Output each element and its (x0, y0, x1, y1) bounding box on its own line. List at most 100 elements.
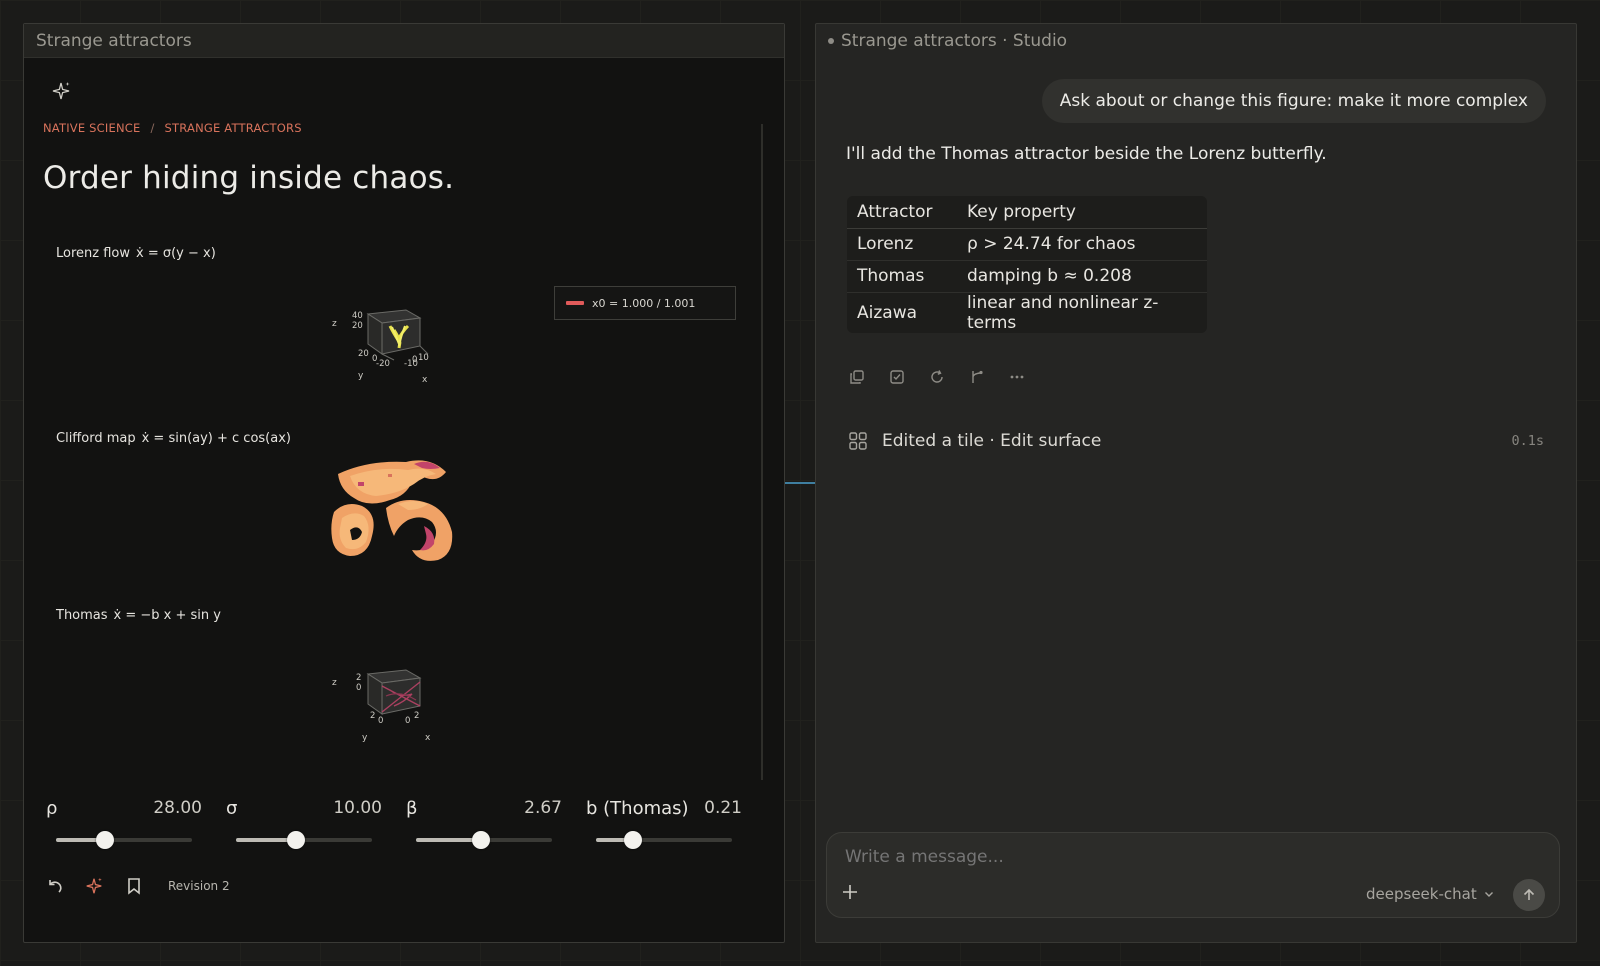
table-header-attractor: Attractor (847, 196, 957, 229)
thomas-tile-caption: Thomas ẋ = −b x + sin y (56, 608, 221, 623)
sparkle-icon[interactable] (84, 876, 104, 896)
beta-slider-thumb[interactable] (472, 831, 491, 849)
page-title: Order hiding inside chaos. (43, 160, 455, 196)
clifford-tile-name: Clifford map (56, 431, 136, 446)
breadcrumb-separator: / (150, 121, 155, 135)
undo-icon[interactable] (44, 876, 64, 896)
breadcrumb-item-strange-attractors[interactable]: STRANGE ATTRACTORS (165, 121, 302, 135)
table-cell: Lorenz (847, 228, 957, 261)
studio-window-title: Strange attractors · Studio (828, 31, 1067, 51)
thomas-b-control: b (Thomas) 0.21 (584, 794, 744, 854)
lorenz-3d-plot[interactable]: 40 20 z 20 0 -20 -10 0 10 y x (320, 296, 440, 388)
revision-label: Revision 2 (168, 879, 230, 893)
rho-value: 28.00 (153, 798, 202, 818)
parameter-controls: ρ 28.00 σ 10.00 β 2.67 b (Thomas) 0.21 (44, 794, 760, 854)
bookmark-icon[interactable] (124, 876, 144, 896)
chevron-down-icon (1484, 892, 1493, 897)
plus-icon[interactable] (841, 883, 859, 901)
lorenz-y-tick-20: 20 (358, 349, 369, 359)
thomas-b-label: b (Thomas) (586, 798, 689, 819)
lorenz-z-tick-40: 40 (352, 311, 363, 321)
lorenz-z-tick-20: 20 (352, 321, 363, 331)
table-cell: Thomas (847, 260, 957, 293)
sigma-label: σ (226, 798, 238, 819)
clifford-tile-caption: Clifford map ẋ = sin(ay) + c cos(ax) (56, 431, 291, 446)
vertical-scrollbar[interactable] (761, 124, 763, 780)
thomas-z-tick-2: 2 (356, 673, 361, 683)
send-button[interactable] (1513, 879, 1545, 911)
thomas-y-label: y (362, 733, 368, 743)
rho-slider[interactable] (56, 831, 192, 849)
message-actions (848, 368, 1026, 386)
thomas-y-tick-2: 2 (370, 711, 375, 721)
lorenz-x-label: x (422, 375, 428, 385)
lorenz-tile-caption: Lorenz flow ẋ = σ(y − x) (56, 246, 216, 261)
studio-chat-window: Strange attractors · Studio Ask about or… (815, 23, 1577, 943)
rho-control: ρ 28.00 (44, 794, 204, 854)
clifford-tile-equation: ẋ = sin(ay) + c cos(ax) (141, 431, 291, 446)
sigma-control: σ 10.00 (224, 794, 384, 854)
thomas-b-slider[interactable] (596, 831, 732, 849)
thomas-b-value: 0.21 (704, 798, 742, 818)
sigma-slider[interactable] (236, 831, 372, 849)
model-selector[interactable]: deepseek-chat (1366, 885, 1495, 903)
studio-window-title-text: Strange attractors · Studio (841, 31, 1068, 51)
more-icon[interactable] (1008, 368, 1026, 386)
thomas-x-tick-0: 0 (405, 716, 410, 726)
sparkle-icon[interactable] (50, 80, 72, 102)
model-name: deepseek-chat (1366, 885, 1477, 903)
legend-swatch (566, 301, 584, 305)
copy-icon[interactable] (848, 368, 866, 386)
lorenz-x-tick-0: 0 (412, 355, 417, 365)
status-dot (828, 38, 834, 44)
sigma-slider-thumb[interactable] (286, 831, 305, 849)
retry-icon[interactable] (928, 368, 946, 386)
sigma-value: 10.00 (333, 798, 382, 818)
rho-slider-thumb[interactable] (95, 831, 114, 849)
lorenz-y-tick-minus20: -20 (376, 359, 390, 369)
lorenz-y-label: y (358, 371, 364, 381)
table-row: Thomas damping b ≈ 0.208 (847, 260, 1207, 293)
thomas-b-slider-thumb[interactable] (623, 831, 642, 849)
table-cell: damping b ≈ 0.208 (957, 260, 1207, 293)
table-header-key-property: Key property (957, 196, 1207, 229)
table-header-row: Attractor Key property (847, 196, 1207, 229)
lorenz-z-label: z (332, 319, 337, 329)
clifford-density-plot[interactable] (328, 452, 458, 564)
checkbox-icon[interactable] (888, 368, 906, 386)
branch-icon[interactable] (968, 368, 986, 386)
message-composer: deepseek-chat (826, 832, 1560, 918)
thomas-z-label: z (332, 678, 337, 688)
lorenz-tile-equation: ẋ = σ(y − x) (136, 246, 216, 261)
beta-slider[interactable] (416, 831, 552, 849)
legend-label: x0 = 1.000 / 1.001 (592, 296, 696, 310)
figure-window-title: Strange attractors (36, 30, 192, 51)
breadcrumb-item-native-science[interactable]: NATIVE SCIENCE (43, 121, 140, 135)
arrow-up-icon (1523, 888, 1535, 900)
attractor-table: Attractor Key property Lorenz ρ > 24.74 … (847, 196, 1207, 333)
panel-connector (785, 482, 815, 484)
beta-label: β (406, 798, 418, 819)
beta-value: 2.67 (524, 798, 562, 818)
lorenz-tile-name: Lorenz flow (56, 246, 130, 261)
message-input[interactable] (845, 847, 1445, 867)
user-message-text: Ask about or change this figure: make it… (1059, 91, 1528, 111)
thomas-3d-plot[interactable]: 2 0 z 2 0 0 2 y x (320, 660, 440, 752)
plot-legend: x0 = 1.000 / 1.001 (554, 286, 736, 320)
grid-icon (849, 432, 867, 450)
breadcrumb: NATIVE SCIENCE / STRANGE ATTRACTORS (43, 121, 302, 135)
figure-window-titlebar: Strange attractors (24, 24, 784, 58)
table-row: Aizawa linear and nonlinear z-terms (847, 292, 1207, 333)
table-cell: Aizawa (857, 302, 918, 323)
figure-footer: Revision 2 (44, 870, 230, 902)
rho-label: ρ (46, 798, 58, 819)
table-row: Lorenz ρ > 24.74 for chaos (847, 228, 1207, 261)
table-cell: linear and nonlinear z-terms (967, 292, 1159, 333)
thomas-tile-equation: ẋ = −b x + sin y (113, 608, 221, 623)
beta-control: β 2.67 (404, 794, 564, 854)
table-cell: ρ > 24.74 for chaos (957, 228, 1207, 261)
lorenz-x-tick-10: 10 (418, 353, 429, 363)
thomas-z-tick-0: 0 (356, 683, 361, 693)
figure-window: Strange attractors NATIVE SCIENCE / STRA… (23, 23, 785, 943)
edit-status-row[interactable]: Edited a tile · Edit surface 0.1s (848, 426, 1544, 456)
